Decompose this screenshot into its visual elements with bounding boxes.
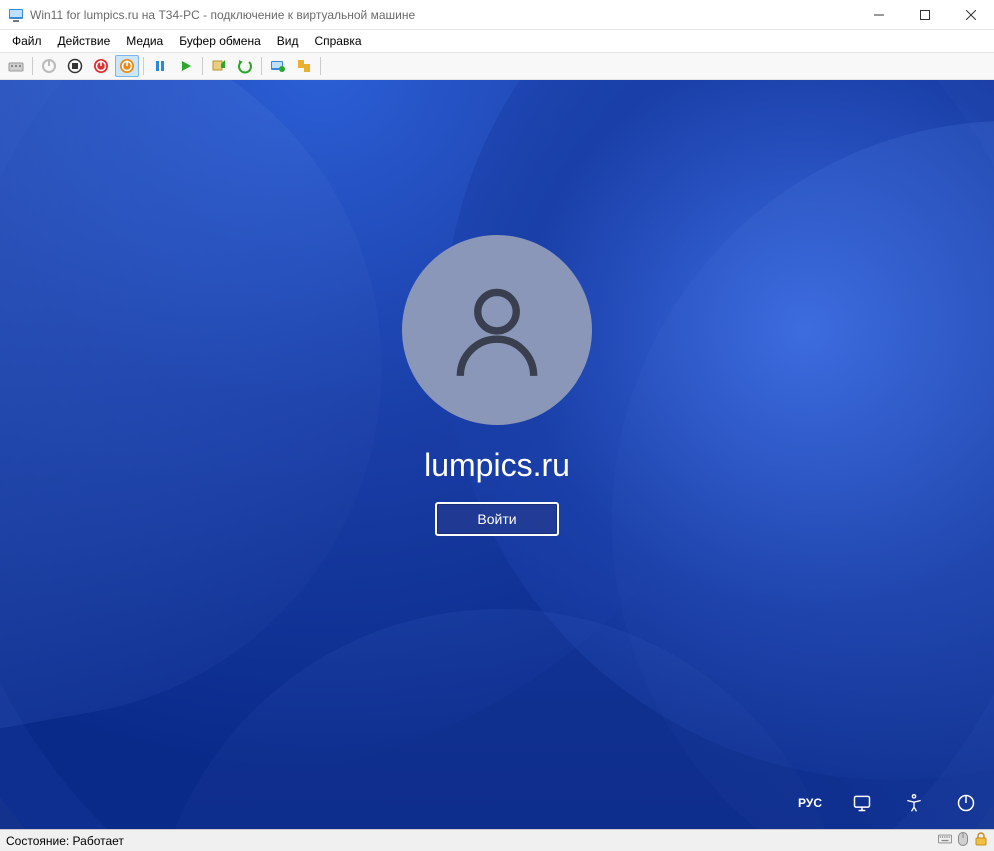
revert-icon[interactable]	[233, 55, 257, 77]
avatar	[402, 235, 592, 425]
power-icon[interactable]	[115, 55, 139, 77]
titlebar: Win11 for lumpics.ru на T34-PC - подключ…	[0, 0, 994, 30]
close-button[interactable]	[948, 0, 994, 30]
lock-indicator-icon	[974, 832, 988, 849]
ctrl-alt-del-icon[interactable]	[4, 55, 28, 77]
app-icon	[8, 7, 24, 23]
play-icon[interactable]	[174, 55, 198, 77]
menu-action[interactable]: Действие	[50, 32, 119, 50]
pause-icon[interactable]	[148, 55, 172, 77]
maximize-button[interactable]	[902, 0, 948, 30]
menu-file[interactable]: Файл	[4, 32, 50, 50]
menu-help[interactable]: Справка	[306, 32, 369, 50]
power-icon[interactable]	[954, 791, 978, 815]
menu-view[interactable]: Вид	[269, 32, 307, 50]
login-username: lumpics.ru	[424, 447, 570, 484]
enh-session-icon[interactable]	[266, 55, 290, 77]
minimize-button[interactable]	[856, 0, 902, 30]
toolbar	[0, 52, 994, 80]
menu-clipboard[interactable]: Буфер обмена	[171, 32, 269, 50]
vm-viewport[interactable]: lumpics.ru Войти РУС	[0, 80, 994, 829]
keyboard-indicator-icon	[938, 832, 952, 849]
menu-media[interactable]: Медиа	[118, 32, 171, 50]
statusbar: Состояние: Работает	[0, 829, 994, 851]
network-icon[interactable]	[850, 791, 874, 815]
input-language[interactable]: РУС	[798, 796, 822, 810]
signin-button[interactable]: Войти	[435, 502, 559, 536]
mouse-indicator-icon	[956, 832, 970, 849]
power-grey-icon[interactable]	[37, 55, 61, 77]
window-title: Win11 for lumpics.ru на T34-PC - подключ…	[30, 8, 856, 22]
snapshot-icon[interactable]	[207, 55, 231, 77]
stop-icon[interactable]	[63, 55, 87, 77]
shutdown-icon[interactable]	[89, 55, 113, 77]
share-icon[interactable]	[292, 55, 316, 77]
login-tray: РУС	[798, 791, 978, 815]
login-panel: lumpics.ru Войти	[0, 235, 994, 536]
accessibility-icon[interactable]	[902, 791, 926, 815]
menubar: Файл Действие Медиа Буфер обмена Вид Спр…	[0, 30, 994, 52]
status-text: Состояние: Работает	[6, 834, 938, 848]
